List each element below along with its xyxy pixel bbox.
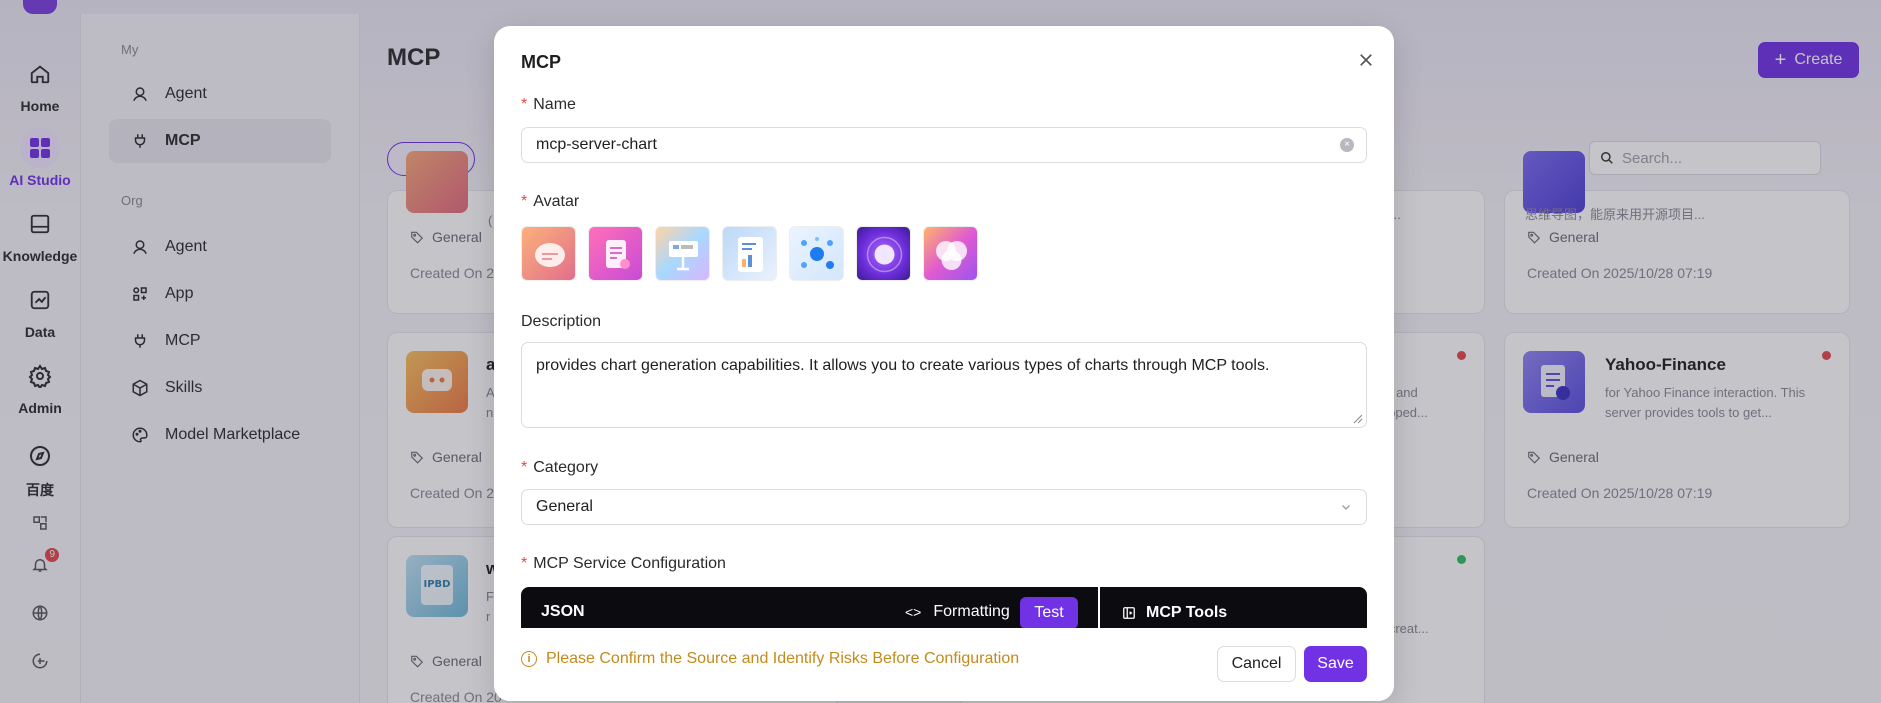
resize-handle-icon[interactable]: [1353, 414, 1363, 424]
name-label-text: Name: [533, 96, 576, 113]
report-avatar-icon: [738, 237, 763, 272]
chat-avatar-icon: [535, 243, 565, 267]
avatar-option-circles[interactable]: [923, 226, 978, 281]
required-marker: *: [521, 459, 528, 476]
network-avatar-icon: [801, 237, 834, 269]
avatar-label: * Avatar: [521, 193, 579, 211]
formatting-button[interactable]: <> Formatting: [905, 603, 1010, 621]
code-brackets-icon: <>: [905, 604, 922, 620]
formatting-label: Formatting: [933, 603, 1010, 620]
description-textarea[interactable]: provides chart generation capabilities. …: [521, 342, 1367, 428]
mcp-tools-tab[interactable]: MCP Tools: [1122, 604, 1227, 622]
risk-warning-text: Please Confirm the Source and Identify R…: [546, 650, 1020, 667]
description-label-text: Description: [521, 313, 602, 330]
avatar-option-chat[interactable]: [521, 226, 576, 281]
description-value: provides chart generation capabilities. …: [536, 357, 1270, 374]
modal-footer: i Please Confirm the Source and Identify…: [494, 628, 1394, 701]
risk-warning: i Please Confirm the Source and Identify…: [521, 650, 1019, 668]
close-icon: [1360, 54, 1372, 66]
close-button[interactable]: [1354, 48, 1378, 72]
name-input-value: mcp-server-chart: [536, 136, 657, 153]
category-select[interactable]: General: [521, 489, 1367, 525]
tools-panel-icon: [1123, 607, 1135, 619]
category-label-text: Category: [533, 459, 599, 476]
config-label: * MCP Service Configuration: [521, 555, 726, 573]
avatar-option-orb[interactable]: [856, 226, 911, 281]
required-marker: *: [521, 193, 528, 210]
modal-title: MCP: [521, 52, 561, 72]
category-selected-value: General: [536, 498, 593, 515]
doc-edit-avatar-icon: [606, 240, 630, 269]
save-button[interactable]: Save: [1304, 646, 1367, 682]
avatar-option-network[interactable]: [789, 226, 844, 281]
orb-avatar-icon: [866, 236, 903, 273]
avatar-option-board[interactable]: [655, 226, 710, 281]
category-label: * Category: [521, 459, 598, 477]
circles-avatar-icon: [936, 241, 967, 270]
test-button[interactable]: Test: [1020, 597, 1078, 629]
chevron-down-icon: [1342, 505, 1350, 510]
mcp-tools-label: MCP Tools: [1146, 604, 1228, 621]
cancel-button[interactable]: Cancel: [1217, 646, 1296, 682]
name-input[interactable]: mcp-server-chart ×: [521, 127, 1367, 163]
avatar-option-report[interactable]: [722, 226, 777, 281]
json-tab[interactable]: JSON: [541, 603, 585, 621]
avatar-option-doc-edit[interactable]: [588, 226, 643, 281]
name-label: * Name: [521, 96, 576, 114]
description-label: Description: [521, 313, 601, 331]
avatar-label-text: Avatar: [533, 193, 580, 210]
mcp-edit-modal: MCP * Name mcp-server-chart × * Avatar D…: [494, 26, 1394, 701]
clear-icon[interactable]: ×: [1340, 138, 1354, 152]
config-label-text: MCP Service Configuration: [533, 555, 726, 572]
board-avatar-icon: [669, 241, 698, 271]
required-marker: *: [521, 96, 528, 113]
avatar-picker: [521, 226, 990, 281]
required-marker: *: [521, 555, 528, 572]
info-icon: i: [521, 651, 537, 667]
